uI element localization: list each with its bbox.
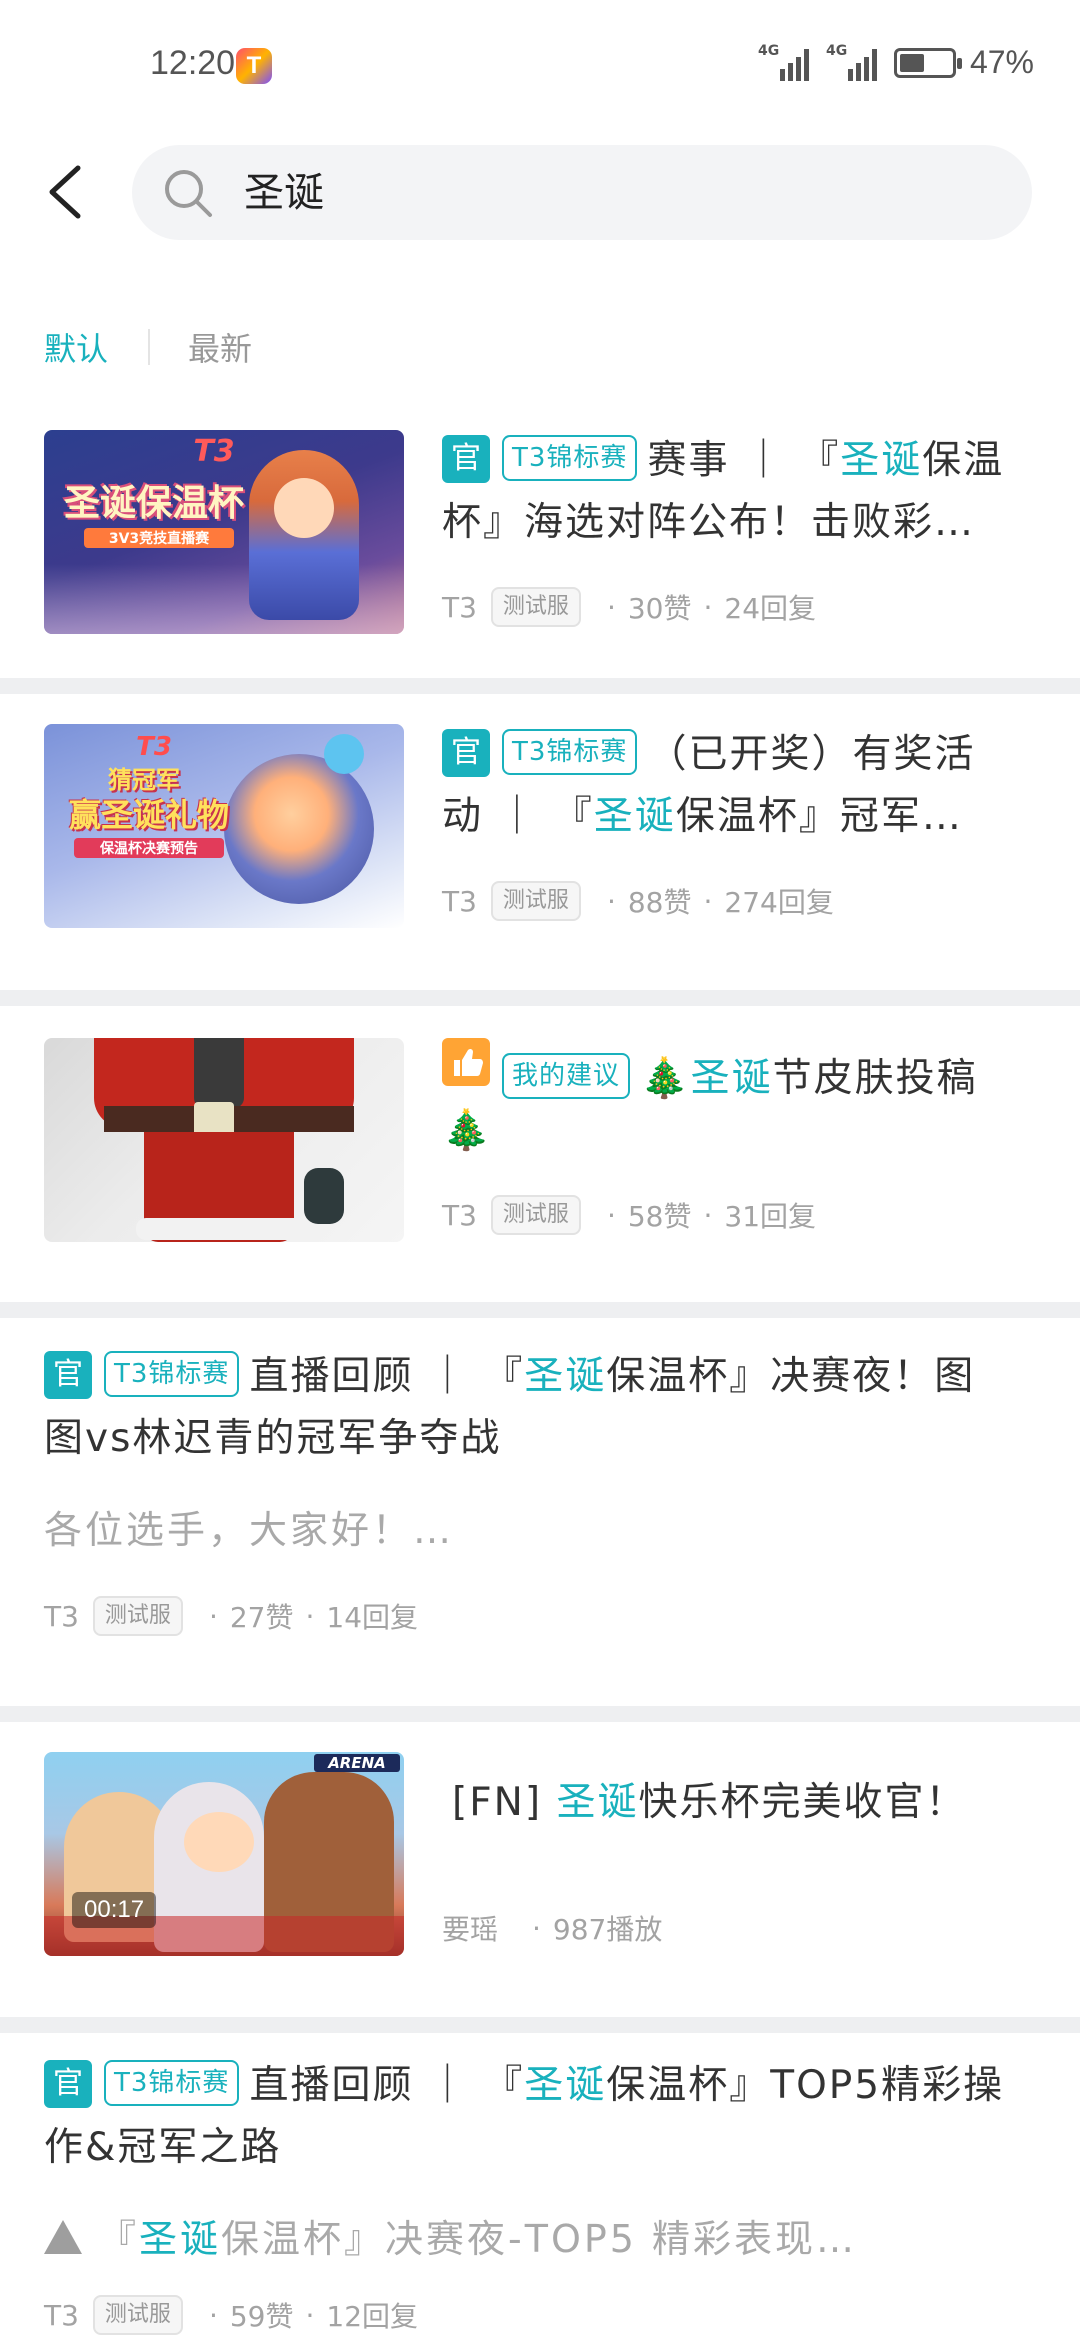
- category-tag[interactable]: T3锦标赛: [104, 1351, 240, 1397]
- list-item[interactable]: 我的建议 🎄圣诞节皮肤投稿 🎄 T3 测试服 · 58赞 · 31回复: [0, 1006, 1080, 1302]
- like-count: 58赞: [627, 1200, 692, 1233]
- post-title: 官 T3锦标赛 直播回顾 ｜ 『圣诞保温杯』TOP5精彩操 作&冠军之路: [44, 2055, 1054, 2179]
- post-meta: T3 测试服 · 58赞 · 31回复: [442, 1195, 816, 1235]
- like-count: 88赞: [627, 886, 692, 919]
- feed-separator: [0, 990, 1080, 1006]
- tab-divider: [148, 329, 151, 365]
- post-thumbnail: T3 圣诞保温杯 3V3竞技直播赛: [44, 430, 404, 634]
- official-badge: 官: [44, 1351, 92, 1399]
- status-indicators: 4G 4G 47%: [758, 43, 1034, 81]
- tab-default[interactable]: 默认: [44, 324, 108, 370]
- sort-tabs: 默认 最新: [44, 322, 252, 372]
- category-tag[interactable]: T3锦标赛: [104, 2060, 240, 2106]
- post-author: T3: [442, 1198, 477, 1232]
- reply-count: 14回复: [326, 1601, 419, 1634]
- post-meta: T3 测试服 · 88赞 · 274回复: [442, 881, 834, 921]
- play-count: 987播放: [552, 1913, 663, 1946]
- battery-icon: [893, 47, 962, 78]
- list-item[interactable]: 官 T3锦标赛 直播回顾 ｜ 『圣诞保温杯』TOP5精彩操 作&冠军之路 『圣诞保温…: [0, 2033, 1080, 2335]
- category-tag[interactable]: 我的建议: [502, 1053, 631, 1099]
- category-tag[interactable]: T3锦标赛: [502, 729, 638, 775]
- status-time: 12:20: [150, 44, 236, 82]
- search-icon: [165, 170, 212, 217]
- post-title: 我的建议 🎄圣诞节皮肤投稿 🎄: [442, 1038, 1042, 1162]
- post-thumbnail: T3 猜冠军 赢圣诞礼物 保温杯决赛预告: [44, 724, 404, 928]
- post-title: 官 T3锦标赛 直播回顾 ｜ 『圣诞保温杯』决赛夜！图 图vs林迟青的冠军争夺战: [44, 1346, 1044, 1470]
- server-badge: 测试服: [92, 2295, 183, 2335]
- christmas-tree-icon: 🎄: [442, 1108, 493, 1153]
- signal-icon-2: 4G: [826, 43, 880, 81]
- official-badge: 官: [442, 435, 490, 483]
- list-item[interactable]: T3 猜冠军 赢圣诞礼物 保温杯决赛预告 官 T3锦标赛 （已开奖）有奖活 动 ｜ …: [0, 694, 1080, 990]
- search-query: 圣诞: [244, 170, 324, 216]
- thumbs-up-icon: [442, 1038, 490, 1086]
- like-count: 59赞: [229, 2300, 294, 2333]
- back-button[interactable]: [36, 152, 96, 232]
- reply-count: 31回复: [724, 1200, 817, 1233]
- app-notification-icon: [236, 48, 272, 84]
- post-author: T3: [442, 884, 477, 918]
- video-thumbnail[interactable]: ARENA 00:17: [44, 1752, 404, 1956]
- reply-count: 274回复: [724, 886, 834, 919]
- like-count: 27赞: [229, 1601, 294, 1634]
- status-bar: 12:20 4G 4G 47%: [0, 0, 1080, 130]
- post-thumbnail: [44, 1038, 404, 1242]
- post-author: T3: [44, 1599, 79, 1633]
- server-badge: 测试服: [92, 1596, 183, 1636]
- server-badge: 测试服: [490, 587, 581, 627]
- post-meta: T3 测试服 · 30赞 · 24回复: [442, 587, 816, 627]
- tab-latest[interactable]: 最新: [188, 324, 252, 370]
- post-excerpt: 『圣诞保温杯』决赛夜-TOP5 精彩表现…: [44, 2209, 857, 2269]
- list-item[interactable]: T3 圣诞保温杯 3V3竞技直播赛 官 T3锦标赛 赛事 ｜ 『圣诞保温 杯』海选对…: [0, 405, 1080, 678]
- triangle-icon: [44, 2220, 82, 2254]
- list-item[interactable]: ARENA 00:17 [FN] 圣诞快乐杯完美收官！ 要瑶 · 987播放: [0, 1722, 1080, 2017]
- search-input[interactable]: 圣诞: [132, 145, 1032, 240]
- video-duration: 00:17: [72, 1892, 157, 1928]
- search-results-feed: T3 圣诞保温杯 3V3竞技直播赛 官 T3锦标赛 赛事 ｜ 『圣诞保温 杯』海选对…: [0, 405, 1080, 2335]
- reply-count: 12回复: [326, 2300, 419, 2333]
- reply-count: 24回复: [724, 592, 817, 625]
- feed-separator: [0, 678, 1080, 694]
- feed-separator: [0, 1302, 1080, 1318]
- signal-icon: 4G: [758, 43, 812, 81]
- post-meta: 要瑶 · 987播放: [442, 1908, 662, 1948]
- server-badge: 测试服: [490, 1195, 581, 1235]
- feed-separator: [0, 2017, 1080, 2033]
- post-title: [FN] 圣诞快乐杯完美收官！: [452, 1780, 967, 1825]
- post-title: 官 T3锦标赛 赛事 ｜ 『圣诞保温 杯』海选对阵公布！击败彩…: [442, 430, 1042, 554]
- post-author: T3: [442, 590, 477, 624]
- post-author: T3: [44, 2298, 79, 2332]
- list-item[interactable]: 官 T3锦标赛 直播回顾 ｜ 『圣诞保温杯』决赛夜！图 图vs林迟青的冠军争夺战 各…: [0, 1318, 1080, 1706]
- official-badge: 官: [442, 729, 490, 777]
- official-badge: 官: [44, 2060, 92, 2108]
- battery-percent: 47%: [969, 44, 1034, 80]
- post-excerpt: 各位选手，大家好！…: [44, 1508, 455, 1552]
- post-author: 要瑶: [442, 1913, 499, 1946]
- christmas-tree-icon: 🎄: [640, 1056, 691, 1101]
- post-title: 官 T3锦标赛 （已开奖）有奖活 动 ｜ 『圣诞保温杯』冠军…: [442, 724, 1042, 848]
- post-meta: T3 测试服 · 59赞 · 12回复: [44, 2295, 418, 2335]
- category-tag[interactable]: T3锦标赛: [502, 435, 638, 481]
- post-meta: T3 测试服 · 27赞 · 14回复: [44, 1596, 418, 1636]
- like-count: 30赞: [627, 592, 692, 625]
- chevron-left-icon: [49, 165, 81, 219]
- feed-separator: [0, 1706, 1080, 1722]
- server-badge: 测试服: [490, 881, 581, 921]
